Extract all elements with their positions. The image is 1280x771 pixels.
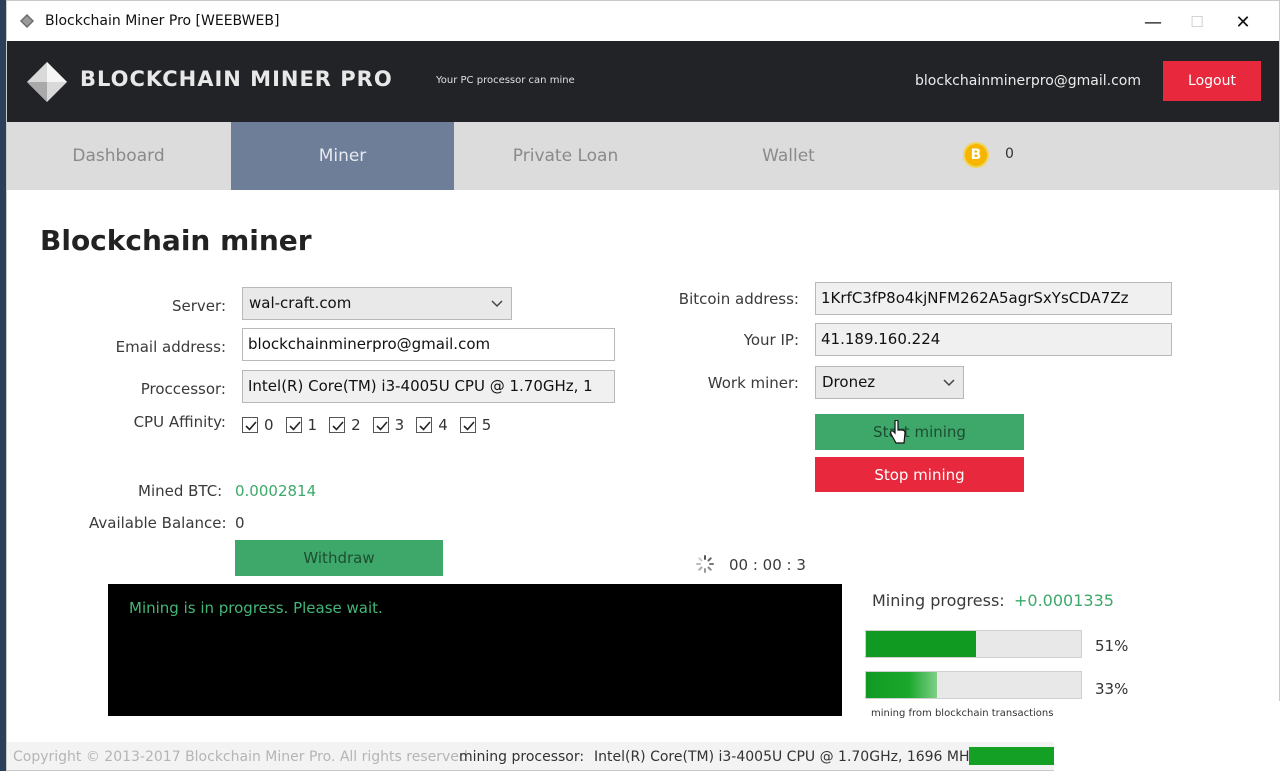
cpu-3-label: 3 <box>394 416 405 434</box>
server-value: wal-craft.com <box>249 294 352 312</box>
cpu-1-checkbox[interactable] <box>285 417 302 433</box>
hand-cursor-icon <box>890 420 906 444</box>
logo-icon <box>27 62 67 102</box>
user-email: blockchainminerpro@gmail.com <box>915 73 1141 89</box>
ip-label: Your IP: <box>743 331 799 349</box>
email-field[interactable]: blockchainminerpro@gmail.com <box>242 328 615 361</box>
copyright-text: Copyright © 2013-2017 Blockchain Miner P… <box>13 749 468 765</box>
nav-tabs: Dashboard Miner Private Loan Wallet B 0 <box>7 122 1279 190</box>
tab-wallet[interactable]: Wallet <box>677 122 900 190</box>
cpu-3-checkbox[interactable] <box>372 417 389 433</box>
maximize-button[interactable]: ☐ <box>1175 7 1219 37</box>
mining-console: Mining is in progress. Please wait. <box>108 584 842 716</box>
cpu-5-label: 5 <box>481 416 492 434</box>
start-mining-button[interactable]: Start mining <box>815 414 1024 450</box>
cpu-2-label: 2 <box>351 416 361 434</box>
mining-progress-value: +0.0001335 <box>1014 591 1114 610</box>
app-window: Blockchain Miner Pro [WEEBWEB] — ☐ ✕ BLO… <box>6 0 1280 771</box>
check-icon <box>332 421 344 431</box>
title-bar: Blockchain Miner Pro [WEEBWEB] — ☐ ✕ <box>7 1 1279 41</box>
cpu-5-checkbox[interactable] <box>459 417 476 433</box>
brand-tagline: Your PC processor can mine <box>436 75 575 86</box>
chevron-down-icon <box>943 379 955 387</box>
brand-name: BLOCKCHAIN MINER PRO <box>80 67 393 91</box>
mined-btc-label: Mined BTC: <box>138 482 223 500</box>
minimize-button[interactable]: — <box>1131 7 1175 37</box>
check-icon <box>419 421 431 431</box>
cpu-2-checkbox[interactable] <box>329 417 346 433</box>
overlay-blank-area <box>1054 701 1280 771</box>
progress-caption: mining from blockchain transactions s <box>871 708 1062 719</box>
progress-bar-1 <box>865 630 1082 658</box>
tab-private-loan[interactable]: Private Loan <box>454 122 677 190</box>
mining-processor-label: mining processor: <box>459 749 585 765</box>
app-header: BLOCKCHAIN MINER PRO Your PC processor c… <box>7 41 1279 122</box>
tab-miner[interactable]: Miner <box>231 122 454 190</box>
cpu-1-label: 1 <box>307 416 318 434</box>
available-balance-value: 0 <box>235 514 245 532</box>
check-icon <box>245 421 257 431</box>
mining-progress-label: Mining progress: <box>872 591 1005 610</box>
withdraw-button[interactable]: Withdraw <box>235 540 443 576</box>
miner-panel: Blockchain miner Server: wal-craft.com E… <box>7 190 1279 770</box>
available-balance-label: Available Balance: <box>89 514 227 532</box>
server-select[interactable]: wal-craft.com <box>242 287 512 320</box>
check-icon <box>288 421 301 431</box>
work-miner-value: Dronez <box>822 373 876 391</box>
page-title: Blockchain miner <box>40 224 312 257</box>
work-miner-select[interactable]: Dronez <box>815 366 964 399</box>
progress-bar-2 <box>865 671 1082 699</box>
stop-mining-button[interactable]: Stop mining <box>815 457 1024 492</box>
console-message: Mining is in progress. Please wait. <box>129 599 383 617</box>
ip-field[interactable]: 41.189.160.224 <box>815 323 1172 356</box>
progress-bar-2-percent: 33% <box>1095 680 1129 698</box>
work-miner-label: Work miner: <box>707 374 799 392</box>
progress-bar-1-percent: 51% <box>1095 637 1129 655</box>
cpu-0-label: 0 <box>264 416 274 434</box>
logout-button[interactable]: Logout <box>1163 61 1261 101</box>
progress-bar-2-fill <box>866 672 937 698</box>
cpu-4-checkbox[interactable] <box>416 417 433 433</box>
cpu-4-label: 4 <box>438 416 448 434</box>
tab-dashboard[interactable]: Dashboard <box>7 122 230 190</box>
bitcoin-coin-icon: B <box>963 142 989 168</box>
bitcoin-address-label: Bitcoin address: <box>678 290 799 308</box>
close-button[interactable]: ✕ <box>1221 7 1265 37</box>
server-label: Server: <box>172 297 226 315</box>
loading-spinner-icon <box>696 555 714 573</box>
processor-field[interactable]: Intel(R) Core(TM) i3-4005U CPU @ 1.70GHz… <box>242 370 615 403</box>
window-title: Blockchain Miner Pro [WEEBWEB] <box>45 13 280 29</box>
email-label: Email address: <box>115 338 226 356</box>
mining-processor-value: Intel(R) Core(TM) i3-4005U CPU @ 1.70GHz… <box>594 749 977 765</box>
cpu-affinity-group: 0 1 2 3 4 5 <box>242 416 503 434</box>
footer-progress-bar <box>969 747 1065 765</box>
check-icon <box>463 421 475 431</box>
cpu-affinity-label: CPU Affinity: <box>133 413 226 431</box>
check-icon <box>376 421 388 431</box>
app-diamond-icon <box>20 14 34 28</box>
mined-btc-value: 0.0002814 <box>235 482 317 500</box>
chevron-down-icon <box>491 300 503 308</box>
mining-timer: 00 : 00 : 3 <box>729 556 806 574</box>
coin-balance: 0 <box>1005 146 1014 162</box>
progress-bar-1-fill <box>866 631 976 657</box>
bitcoin-address-field[interactable]: 1KrfC3fP8o4kjNFM262A5agrSxYsCDA7Zz <box>815 282 1172 315</box>
processor-label: Proccessor: <box>140 380 226 398</box>
cpu-0-checkbox[interactable] <box>242 417 258 433</box>
